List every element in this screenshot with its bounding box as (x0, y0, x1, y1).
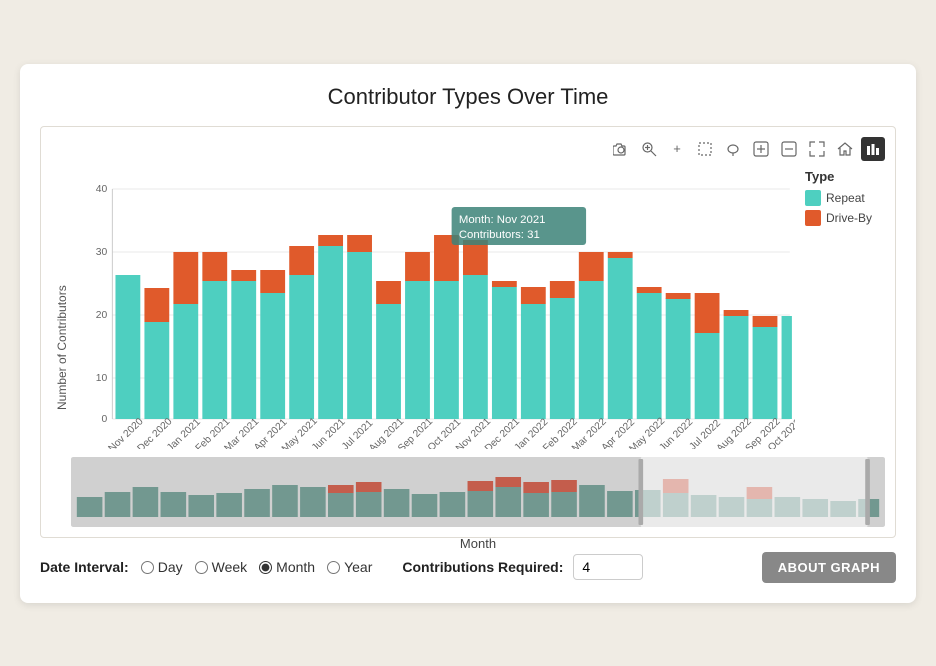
svg-text:Month: Nov 2021: Month: Nov 2021 (459, 214, 546, 226)
y-axis-label: Number of Contributors (51, 169, 71, 527)
interval-year-option[interactable]: Year (327, 559, 372, 575)
svg-text:20: 20 (96, 310, 108, 321)
repeat-swatch (805, 190, 821, 206)
remove-trace-icon[interactable] (777, 137, 801, 161)
toolbar: + (51, 137, 885, 161)
date-interval-label: Date Interval: (40, 559, 129, 575)
svg-text:40: 40 (96, 184, 108, 195)
about-graph-button[interactable]: ABOUT GRAPH (762, 552, 896, 583)
date-interval-group: Date Interval: Day Week Month Year (40, 559, 372, 575)
camera-icon[interactable] (609, 137, 633, 161)
interval-month-label: Month (276, 559, 315, 575)
svg-text:30: 30 (96, 247, 108, 258)
mini-chart: Month (71, 457, 885, 527)
svg-text:Contributors: 31: Contributors: 31 (459, 229, 540, 241)
chart-container: + Number of Contr (40, 126, 896, 538)
legend-item-repeat: Repeat (805, 190, 885, 206)
select-icon[interactable] (693, 137, 717, 161)
chart-top: 40 30 20 10 0 Nov 2020 (71, 169, 885, 449)
legend: Type Repeat Drive-By (795, 169, 885, 449)
interval-month-radio[interactable] (259, 561, 272, 574)
interval-week-option[interactable]: Week (195, 559, 248, 575)
main-card: Contributor Types Over Time + (20, 64, 916, 603)
legend-title: Type (805, 169, 885, 184)
page-title: Contributor Types Over Time (40, 84, 896, 110)
interval-day-label: Day (158, 559, 183, 575)
contributions-group: Contributions Required: (402, 554, 643, 580)
zoom-in-icon[interactable] (637, 137, 661, 161)
controls-row: Date Interval: Day Week Month Year Contr… (40, 552, 896, 583)
interval-week-radio[interactable] (195, 561, 208, 574)
mini-chart-label: Month (71, 536, 885, 551)
interval-day-radio[interactable] (141, 561, 154, 574)
driveby-swatch (805, 210, 821, 226)
mini-chart-svg (71, 457, 885, 527)
legend-item-driveby: Drive-By (805, 210, 885, 226)
chart-and-legend: 40 30 20 10 0 Nov 2020 (71, 169, 885, 527)
main-chart-area: Number of Contributors 40 (51, 169, 885, 527)
interval-week-label: Week (212, 559, 248, 575)
plus-icon[interactable]: + (665, 137, 689, 161)
add-trace-icon[interactable] (749, 137, 773, 161)
bar-chart-svg: 40 30 20 10 0 Nov 2020 (71, 169, 795, 449)
bar-chart-icon[interactable] (861, 137, 885, 161)
interval-year-label: Year (344, 559, 372, 575)
svg-text:0: 0 (101, 414, 107, 425)
chart-plot: 40 30 20 10 0 Nov 2020 (71, 169, 795, 449)
svg-text:10: 10 (96, 373, 108, 384)
expand-icon[interactable] (805, 137, 829, 161)
contributions-input[interactable] (573, 554, 643, 580)
interval-day-option[interactable]: Day (141, 559, 183, 575)
lasso-icon[interactable] (721, 137, 745, 161)
interval-month-option[interactable]: Month (259, 559, 315, 575)
interval-year-radio[interactable] (327, 561, 340, 574)
home-icon[interactable] (833, 137, 857, 161)
contributions-label: Contributions Required: (402, 559, 563, 575)
driveby-label: Drive-By (826, 211, 872, 225)
repeat-label: Repeat (826, 191, 865, 205)
